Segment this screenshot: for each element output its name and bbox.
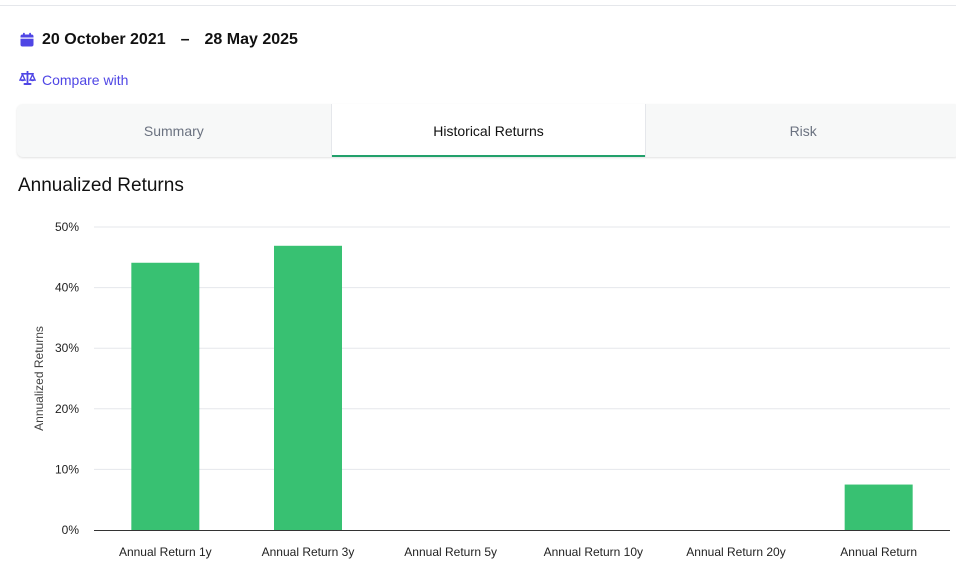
y-axis-label: Annualized Returns bbox=[32, 326, 46, 431]
x-tick-label: Annual Return 3y bbox=[262, 545, 355, 559]
section-title: Annualized Returns bbox=[18, 175, 184, 196]
date-range: 20 October 2021 – 28 May 2025 bbox=[19, 31, 298, 49]
tab-historical-returns-label: Historical Returns bbox=[433, 122, 544, 139]
compare-label: Compare with bbox=[42, 71, 129, 88]
x-tick-label: Annual Return 5y bbox=[404, 545, 497, 559]
compare-with-button[interactable]: Compare with bbox=[18, 70, 129, 89]
y-tick-label: 30% bbox=[55, 341, 79, 355]
tab-summary-label: Summary bbox=[143, 122, 204, 139]
scale-icon bbox=[18, 70, 37, 89]
tab-risk[interactable]: Risk bbox=[645, 104, 956, 157]
bar bbox=[274, 245, 342, 530]
chart-svg: 0% 10% 20% 30% 40% 50% Annualized Returns Annua… bbox=[32, 220, 950, 559]
y-tick-label: 50% bbox=[55, 220, 79, 234]
bar bbox=[131, 262, 200, 530]
tab-summary[interactable]: Summary bbox=[17, 104, 331, 157]
annualized-returns-chart: 0% 10% 20% 30% 40% 50% Annualized Returns Annua… bbox=[0, 205, 956, 577]
date-start: 20 October 2021 bbox=[42, 31, 166, 48]
top-divider bbox=[0, 5, 956, 6]
calendar-icon bbox=[19, 32, 35, 48]
y-tick-label: 20% bbox=[55, 402, 79, 416]
date-end: 28 May 2025 bbox=[204, 31, 298, 48]
page: 20 October 2021 – 28 May 2025 Compare wi… bbox=[0, 0, 956, 577]
tab-bar: Summary Historical Returns Risk bbox=[17, 104, 956, 157]
x-tick-label: Annual Return 20y bbox=[686, 545, 785, 559]
tab-risk-label: Risk bbox=[789, 122, 817, 139]
bar bbox=[844, 484, 913, 530]
y-tick-label: 0% bbox=[62, 523, 80, 537]
tab-historical-returns[interactable]: Historical Returns bbox=[330, 104, 646, 157]
date-separator: – bbox=[180, 31, 190, 48]
y-tick-label: 40% bbox=[55, 281, 79, 295]
x-tick-label: Annual Return 10y bbox=[544, 545, 643, 559]
x-tick-label: Annual Return 1y bbox=[119, 545, 212, 559]
x-tick-label: Annual Return bbox=[840, 545, 917, 559]
y-tick-label: 10% bbox=[55, 462, 79, 476]
